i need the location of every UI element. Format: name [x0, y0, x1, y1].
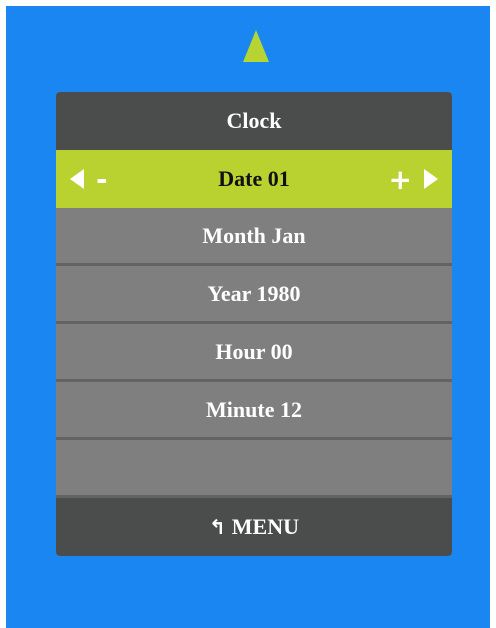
- menu-item-hour[interactable]: Hour 00: [56, 324, 452, 382]
- menu-item-month[interactable]: Month Jan: [56, 208, 452, 266]
- menu-item-minute[interactable]: Minute 12: [56, 382, 452, 440]
- menu-footer[interactable]: ↰ MENU: [56, 498, 452, 556]
- clock-menu-panel: Clock - Date 01 + Month Jan Year 1980 Ho…: [56, 92, 452, 556]
- menu-item-label: Minute 12: [206, 396, 302, 422]
- menu-item-date[interactable]: - Date 01 +: [56, 150, 452, 208]
- up-arrow-icon[interactable]: [243, 30, 269, 62]
- arrow-left-icon[interactable]: [70, 169, 84, 189]
- increment-control[interactable]: +: [389, 150, 438, 208]
- menu-item-empty: [56, 440, 452, 498]
- menu-item-date-label: Date 01: [218, 166, 290, 191]
- back-arrow-icon: ↰: [209, 515, 226, 539]
- menu-footer-label: MENU: [231, 514, 299, 539]
- menu-item-year[interactable]: Year 1980: [56, 266, 452, 324]
- menu-item-label: Month Jan: [202, 222, 306, 248]
- plus-icon[interactable]: +: [389, 163, 412, 196]
- minus-icon[interactable]: -: [96, 163, 108, 196]
- decrement-control[interactable]: -: [70, 150, 108, 208]
- menu-item-label: Hour 00: [215, 338, 293, 364]
- menu-item-label: Year 1980: [207, 280, 301, 306]
- menu-title: Clock: [56, 92, 452, 150]
- osd-screen: Clock - Date 01 + Month Jan Year 1980 Ho…: [6, 6, 490, 628]
- arrow-right-icon[interactable]: [424, 169, 438, 189]
